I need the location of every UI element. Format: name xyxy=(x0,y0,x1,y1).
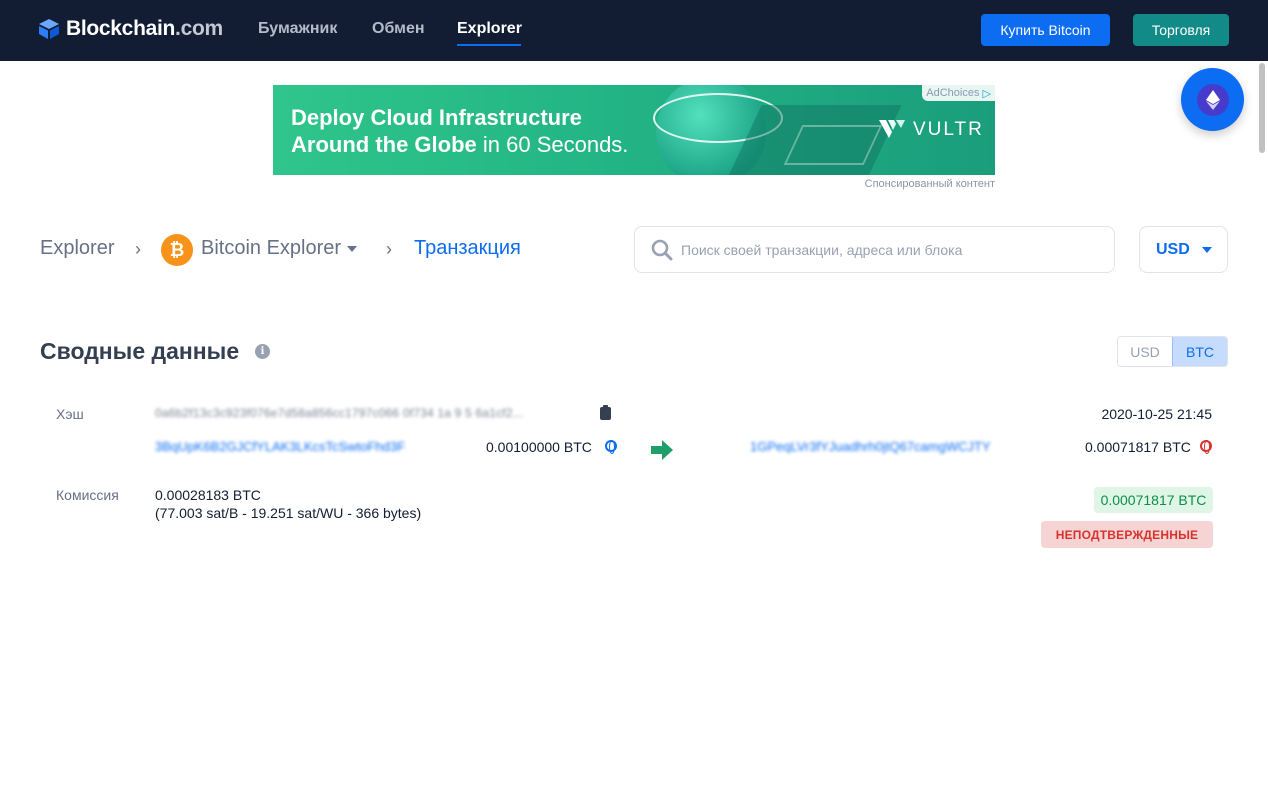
output-amount: 0.00071817 BTC xyxy=(1085,439,1191,455)
page-scrollbar[interactable] xyxy=(1258,61,1268,788)
search-input[interactable] xyxy=(681,237,1101,263)
sponsored-label: Спонсированный контент xyxy=(864,178,995,190)
arrow-right-icon xyxy=(651,440,673,460)
breadcrumb-explorer[interactable]: Explorer xyxy=(40,237,114,260)
copy-clipboard-icon[interactable] xyxy=(600,405,611,420)
ad-headline-2: Around the Globe in 60 Seconds. xyxy=(291,132,629,157)
unit-toggle: USD BTC xyxy=(1117,336,1228,367)
nav-explorer[interactable]: Explorer xyxy=(457,20,522,38)
fee-value: 0.00028183 BTC xyxy=(155,487,261,503)
caret-down-icon xyxy=(347,245,358,252)
caret-down-icon xyxy=(1201,246,1212,253)
nav-wallet[interactable]: Бумажник xyxy=(258,20,337,38)
currency-selected: USD xyxy=(1156,240,1190,258)
globe-icon[interactable] xyxy=(605,440,617,454)
ad-headline-1: Deploy Cloud Infrastructure xyxy=(291,105,582,130)
summary-title: Сводные данные xyxy=(40,338,240,364)
fee-label: Комиссия xyxy=(56,487,119,503)
currency-selector[interactable]: USD xyxy=(1139,226,1228,273)
chevron-right-icon: › xyxy=(135,239,141,259)
nav-exchange[interactable]: Обмен xyxy=(372,20,425,38)
input-address-link[interactable]: 3BqUpK6B2GJCfYLAK3LKcsTcSwtoFhd3F xyxy=(155,439,405,454)
info-icon[interactable]: i xyxy=(255,344,270,359)
search-icon xyxy=(651,239,673,261)
ethereum-icon xyxy=(1196,83,1229,116)
breadcrumb-bitcoin-explorer[interactable]: Bitcoin Explorer xyxy=(201,237,358,260)
chevron-right-icon: › xyxy=(386,239,392,259)
bitcoin-icon: ₿ xyxy=(161,234,193,266)
nav-active-underline xyxy=(457,44,521,46)
vultr-mark-icon xyxy=(879,120,905,138)
ethereum-switch-button[interactable] xyxy=(1181,68,1244,131)
logo-text: Blockchain.com xyxy=(66,17,223,40)
toggle-usd[interactable]: USD xyxy=(1118,337,1172,366)
logo[interactable]: Blockchain.com xyxy=(38,15,223,43)
adchoices-link[interactable]: AdChoices ▷ xyxy=(922,85,995,101)
trade-button[interactable]: Торговля xyxy=(1133,14,1229,46)
ad-banner[interactable]: Deploy Cloud Infrastructure Around the G… xyxy=(273,85,995,175)
vultr-logo: VULTR xyxy=(879,119,984,141)
blockchain-logo-icon xyxy=(39,19,59,39)
output-address-link[interactable]: 1GPeqLVr3fYJuadhrh0jtQ67camgWCJTY xyxy=(750,439,991,454)
transaction-hash[interactable]: 0a6b2f13c3c923f076e7d58a856cc1797c066 0f… xyxy=(155,406,523,420)
adchoices-icon: ▷ xyxy=(982,87,991,100)
transaction-date: 2020-10-25 21:45 xyxy=(1101,406,1212,422)
globe-unspent-icon[interactable] xyxy=(1200,440,1212,454)
toggle-btc[interactable]: BTC xyxy=(1172,337,1227,366)
scrollbar-thumb[interactable] xyxy=(1259,63,1265,153)
total-output-badge: 0.00071817 BTC xyxy=(1094,487,1213,513)
breadcrumb-current: Транзакция xyxy=(414,237,521,259)
hash-label: Хэш xyxy=(56,406,84,422)
status-badge: НЕПОДТВЕРЖДЕННЫЕ xyxy=(1041,521,1213,548)
input-amount: 0.00100000 BTC xyxy=(486,439,592,455)
buy-bitcoin-button[interactable]: Купить Bitcoin xyxy=(981,14,1110,46)
fee-detail: (77.003 sat/B - 19.251 sat/WU - 366 byte… xyxy=(155,505,422,521)
top-navbar: Blockchain.com Бумажник Обмен Explorer К… xyxy=(0,0,1268,61)
search-box[interactable] xyxy=(634,226,1115,273)
